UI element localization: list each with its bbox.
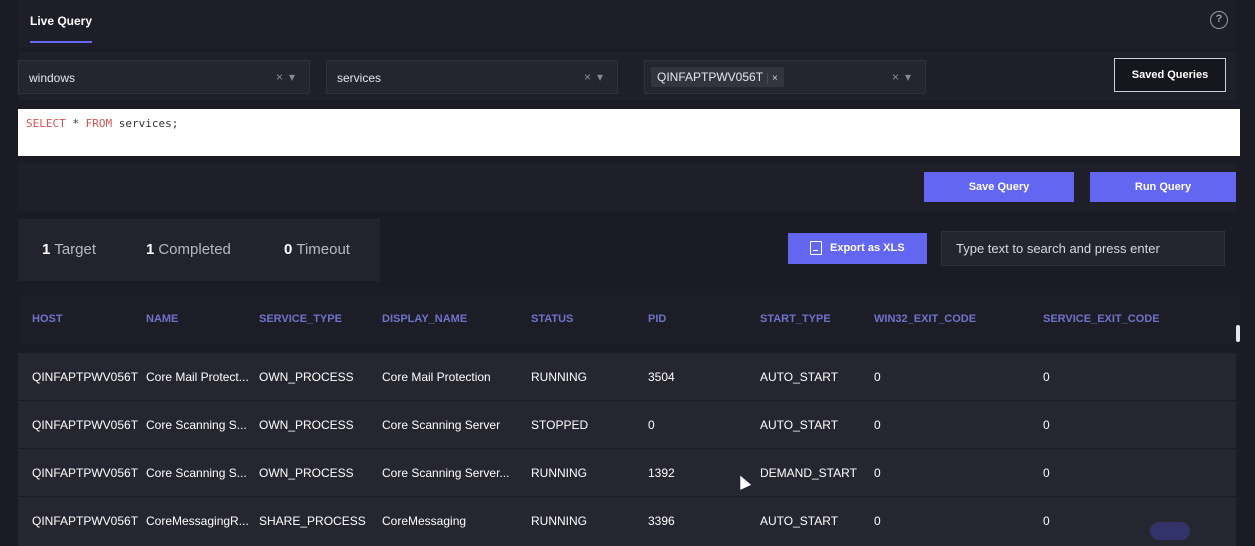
saved-queries-button[interactable]: Saved Queries — [1114, 58, 1226, 92]
chevron-down-icon[interactable]: ▾ — [597, 70, 609, 84]
stat-completed-label: Completed — [158, 241, 231, 258]
table-row[interactable]: QINFAPTPWV056T Core Scanning S... OWN_PR… — [18, 401, 1236, 448]
chat-widget-icon[interactable] — [1150, 522, 1190, 540]
export-xls-label: Export as XLS — [830, 242, 905, 254]
cell-display-name: Core Scanning Server — [382, 418, 501, 432]
table-select[interactable]: services ×▾ — [326, 60, 618, 94]
os-select-value: windows — [29, 71, 76, 85]
table-header: HOST NAME SERVICE_TYPE DISPLAY_NAME STAT… — [18, 295, 1240, 343]
table-row[interactable]: QINFAPTPWV056T CoreMessagingR... SHARE_P… — [18, 497, 1236, 546]
clear-icon[interactable]: × — [584, 70, 597, 84]
active-tab-indicator — [30, 41, 92, 43]
cell-service-exit-code: 0 — [1043, 466, 1050, 480]
host-select[interactable]: QINFAPTPWV056T × ×▾ — [644, 60, 926, 94]
cell-pid: 1392 — [648, 466, 675, 480]
table-row[interactable]: QINFAPTPWV056T Core Mail Protect... OWN_… — [18, 353, 1236, 400]
cell-status: STOPPED — [531, 418, 589, 432]
table-scrollbar[interactable] — [1236, 325, 1240, 342]
query-editor[interactable]: SELECT * FROM services; — [18, 109, 1240, 156]
run-query-button[interactable]: Run Query — [1090, 172, 1236, 202]
save-query-button[interactable]: Save Query — [924, 172, 1074, 202]
cell-status: RUNNING — [531, 514, 587, 528]
column-header-service-exit-code[interactable]: SERVICE_EXIT_CODE — [1043, 313, 1160, 325]
stat-target-label: Target — [54, 241, 97, 258]
clear-icon[interactable]: × — [892, 70, 905, 84]
clear-icon[interactable]: × — [276, 70, 289, 84]
filter-row: windows ×▾ services ×▾ QINFAPTPWV056T × ×… — [18, 52, 1236, 100]
os-select[interactable]: windows ×▾ — [18, 60, 310, 94]
column-header-start-type[interactable]: START_TYPE — [760, 313, 831, 325]
cell-win32-exit-code: 0 — [874, 418, 881, 432]
column-header-status[interactable]: STATUS — [531, 313, 573, 325]
cell-host: QINFAPTPWV056T — [32, 370, 139, 384]
sql-keyword-from: FROM — [85, 117, 113, 130]
sql-star: * — [72, 117, 79, 130]
column-header-host[interactable]: HOST — [32, 313, 63, 325]
host-chip: QINFAPTPWV056T × — [651, 67, 784, 87]
live-query-app: Live Query ? windows ×▾ services ×▾ QINF… — [0, 0, 1255, 546]
cell-win32-exit-code: 0 — [874, 370, 881, 384]
cell-service-type: OWN_PROCESS — [259, 418, 354, 432]
cell-host: QINFAPTPWV056T — [32, 514, 139, 528]
host-select-controls[interactable]: ×▾ — [892, 70, 917, 84]
cell-service-type: SHARE_PROCESS — [259, 514, 366, 528]
cell-name: CoreMessagingR... — [146, 514, 249, 528]
chevron-down-icon[interactable]: ▾ — [289, 70, 301, 84]
stat-timeout-label: Timeout — [296, 241, 350, 258]
cell-service-type: OWN_PROCESS — [259, 466, 354, 480]
cell-service-exit-code: 0 — [1043, 370, 1050, 384]
cell-display-name: Core Mail Protection — [382, 370, 491, 384]
cell-start-type: AUTO_START — [760, 418, 839, 432]
cell-name: Core Scanning S... — [146, 466, 247, 480]
cell-start-type: AUTO_START — [760, 514, 839, 528]
stat-completed: 1 Completed — [146, 241, 231, 258]
chip-remove-icon[interactable]: × — [767, 73, 778, 84]
table-select-controls[interactable]: ×▾ — [584, 70, 609, 84]
cell-win32-exit-code: 0 — [874, 466, 881, 480]
cell-start-type: AUTO_START — [760, 370, 839, 384]
query-stats: 1 Target 1 Completed 0 Timeout — [18, 219, 380, 281]
table-select-value: services — [337, 71, 382, 85]
help-icon[interactable]: ? — [1210, 11, 1228, 29]
column-header-service-type[interactable]: SERVICE_TYPE — [259, 313, 342, 325]
stat-target-count: 1 — [42, 241, 51, 258]
column-header-display-name[interactable]: DISPLAY_NAME — [382, 313, 467, 325]
stat-timeout-count: 0 — [284, 241, 293, 258]
cell-host: QINFAPTPWV056T — [32, 418, 139, 432]
column-header-name[interactable]: NAME — [146, 313, 178, 325]
table-row[interactable]: QINFAPTPWV056T Core Scanning S... OWN_PR… — [18, 449, 1236, 496]
file-download-icon — [810, 241, 822, 255]
cell-service-exit-code: 0 — [1043, 514, 1050, 528]
cell-pid: 3396 — [648, 514, 675, 528]
column-header-win32-exit-code[interactable]: WIN32_EXIT_CODE — [874, 313, 976, 325]
cell-pid: 0 — [648, 418, 655, 432]
export-xls-button[interactable]: Export as XLS — [788, 233, 927, 264]
top-bar: Live Query ? — [18, 0, 1236, 47]
cell-host: QINFAPTPWV056T — [32, 466, 139, 480]
column-header-pid[interactable]: PID — [648, 313, 666, 325]
cell-name: Core Scanning S... — [146, 418, 247, 432]
chevron-down-icon[interactable]: ▾ — [905, 70, 917, 84]
cell-display-name: CoreMessaging — [382, 514, 467, 528]
cell-service-type: OWN_PROCESS — [259, 370, 354, 384]
cell-pid: 3504 — [648, 370, 675, 384]
cell-start-type: DEMAND_START — [760, 466, 857, 480]
cell-status: RUNNING — [531, 466, 587, 480]
os-select-controls[interactable]: ×▾ — [276, 70, 301, 84]
cell-win32-exit-code: 0 — [874, 514, 881, 528]
sql-keyword-select: SELECT — [26, 117, 66, 130]
stat-timeout: 0 Timeout — [284, 241, 350, 258]
cell-service-exit-code: 0 — [1043, 418, 1050, 432]
cell-display-name: Core Scanning Server... — [382, 466, 510, 480]
host-chip-label: QINFAPTPWV056T — [657, 70, 764, 84]
tab-live-query[interactable]: Live Query — [30, 14, 92, 28]
sql-table: services; — [118, 117, 179, 130]
search-input[interactable]: Type text to search and press enter — [941, 231, 1225, 266]
stat-completed-count: 1 — [146, 241, 155, 258]
action-row: Save Query Run Query — [18, 163, 1236, 211]
cell-name: Core Mail Protect... — [146, 370, 249, 384]
cell-status: RUNNING — [531, 370, 587, 384]
stat-target: 1 Target — [42, 241, 96, 258]
